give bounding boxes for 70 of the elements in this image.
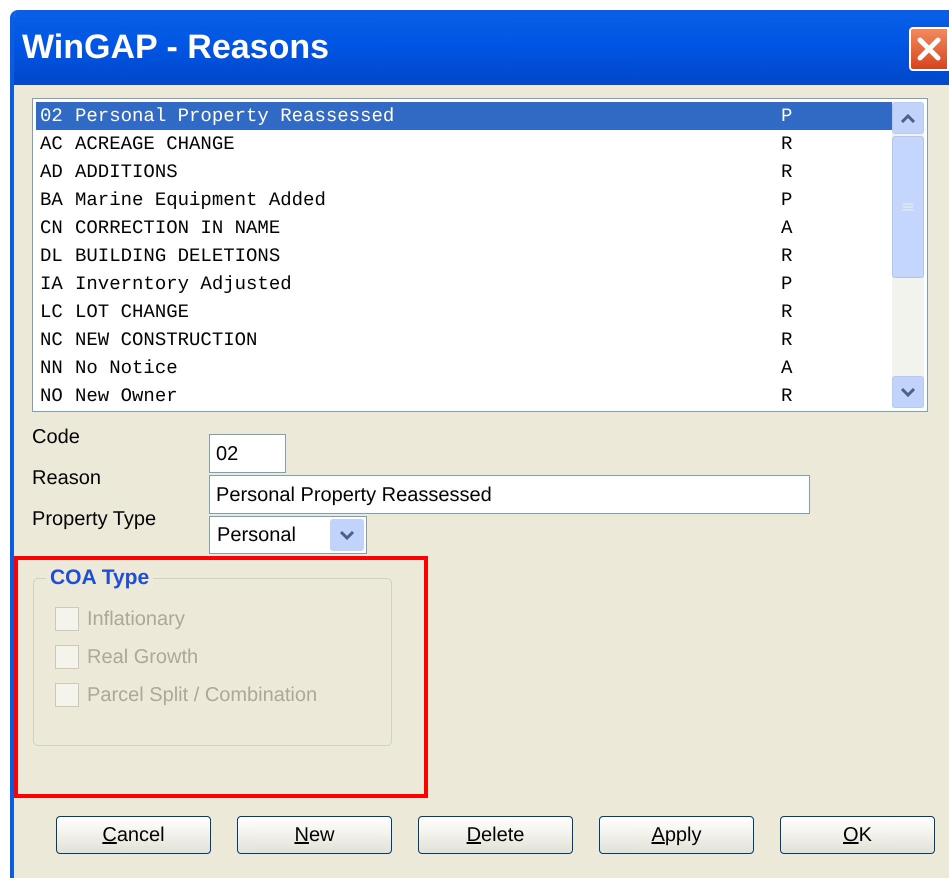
checkbox-label: Parcel Split / Combination (87, 683, 318, 708)
list-item[interactable]: AD ADDITIONS R (36, 158, 892, 186)
reason-description: Inverntory Adjusted (75, 272, 293, 297)
list-item[interactable]: NO New Owner R (36, 382, 892, 410)
property-type-code: R (781, 244, 792, 269)
property-type-code: R (781, 300, 792, 325)
list-item[interactable]: NN No Notice A (36, 354, 892, 382)
property-type-code: R (781, 384, 792, 409)
property-type-code: P (781, 104, 792, 129)
reason-description: ACREAGE CHANGE (75, 132, 236, 157)
list-item[interactable]: BA Marine Equipment Added P (36, 186, 892, 214)
property-type-code: A (781, 216, 792, 241)
reason-code: CN (40, 216, 64, 241)
checkbox-label: Real Growth (87, 645, 198, 670)
property-type-code: R (781, 328, 792, 353)
reason-description: New Owner (75, 384, 179, 409)
reason-code: LC (40, 300, 64, 325)
checkbox-label: Inflationary (87, 607, 185, 632)
dialog-button[interactable]: Cancel (56, 816, 211, 854)
reason-description: Personal Property Reassessed (75, 104, 396, 129)
reason-code: DL (40, 244, 64, 269)
scroll-thumb[interactable] (892, 136, 924, 278)
scroll-down-button[interactable] (892, 376, 924, 408)
chevron-down-icon (901, 388, 915, 396)
field-label: Reason (32, 466, 102, 491)
dialog-button[interactable]: OK (780, 816, 935, 854)
field-label: Code (32, 425, 81, 450)
property-type-code: R (781, 160, 792, 185)
property-type-code: P (781, 188, 792, 213)
list-item[interactable]: AC ACREAGE CHANGE R (36, 130, 892, 158)
window-title: WinGAP - Reasons (22, 27, 330, 68)
list-item[interactable]: 02 Personal Property Reassessed P (36, 102, 892, 130)
input-field[interactable]: 02 (209, 434, 286, 473)
property-type-dropdown[interactable]: Personal (209, 516, 367, 554)
property-type-code: A (781, 356, 792, 381)
reason-code: AC (40, 132, 64, 157)
dialog-button[interactable]: New (237, 816, 392, 854)
list-item[interactable]: CN CORRECTION IN NAME A (36, 214, 892, 242)
grip-icon (903, 203, 913, 211)
reason-description: No Notice (75, 356, 179, 381)
reason-code: BA (40, 188, 64, 213)
chevron-up-icon (901, 114, 915, 122)
reason-description: ADDITIONS (75, 160, 179, 185)
dropdown-button[interactable] (330, 519, 364, 551)
reason-code: NN (40, 356, 64, 381)
close-icon (915, 34, 943, 62)
scrollbar[interactable] (892, 102, 924, 408)
reason-code: NO (40, 384, 64, 409)
reason-description: NEW CONSTRUCTION (75, 328, 258, 353)
input-field[interactable]: Personal Property Reassessed (209, 475, 810, 514)
scroll-up-button[interactable] (892, 102, 924, 134)
close-button[interactable] (909, 26, 949, 70)
reason-code: 02 (40, 104, 64, 129)
reason-description: BUILDING DELETIONS (75, 244, 282, 269)
reason-description: Marine Equipment Added (75, 188, 327, 213)
reason-description: LOT CHANGE (75, 300, 190, 325)
reason-code: IA (40, 272, 64, 297)
reason-description: CORRECTION IN NAME (75, 216, 282, 241)
chevron-down-icon (340, 530, 354, 540)
reason-code: AD (40, 160, 64, 185)
list-item[interactable]: IA Inverntory Adjusted P (36, 270, 892, 298)
dialog-button[interactable]: Delete (418, 816, 573, 854)
list-item[interactable]: NC NEW CONSTRUCTION R (36, 326, 892, 354)
reason-code: NC (40, 328, 64, 353)
list-item[interactable]: LC LOT CHANGE R (36, 298, 892, 326)
field-label: Property Type (32, 507, 158, 532)
property-type-code: P (781, 272, 792, 297)
property-type-code: R (781, 132, 792, 157)
dialog-button[interactable]: Apply (599, 816, 754, 854)
list-item[interactable]: DL BUILDING DELETIONS R (36, 242, 892, 270)
